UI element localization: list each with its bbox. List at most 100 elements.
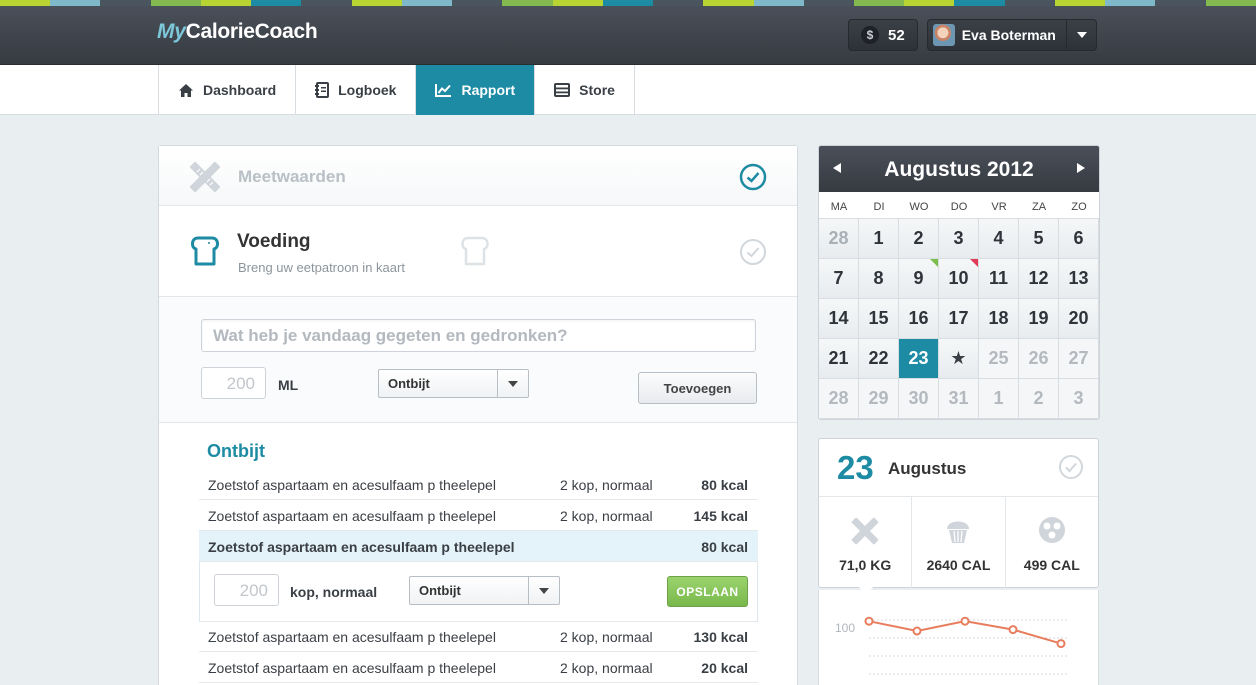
calendar-grid: 28 1 2 3 4 5 6 7 8 9 10 11 12 13 14 15 16 17 18 19 20 21 22 23 ★…: [819, 219, 1099, 419]
calendar-day[interactable]: 11: [979, 259, 1019, 299]
calendar-day[interactable]: 2: [899, 219, 939, 259]
calendar-day[interactable]: 10: [939, 259, 979, 299]
calendar-day[interactable]: 27: [1059, 339, 1099, 379]
food-amount: 2 kop, normaal: [560, 508, 653, 524]
meetwaarden-section[interactable]: Meetwaarden: [159, 146, 797, 206]
stat-burned[interactable]: 499 CAL: [1006, 497, 1098, 588]
food-name: Zoetstof aspartaam en acesulfaam p theel…: [208, 629, 496, 645]
calendar-day[interactable]: 30: [899, 379, 939, 419]
table-row-selected[interactable]: Zoetstof aspartaam en acesulfaam p theel…: [199, 531, 758, 562]
meal-title: Ontbijt: [207, 441, 265, 461]
add-food-section: Wat heb je vandaag gegeten en gedronken?…: [159, 297, 797, 423]
food-kcal: 130 kcal: [693, 629, 749, 645]
logo[interactable]: MyCalorieCoach: [157, 20, 318, 44]
check-circle-icon[interactable]: [1058, 454, 1084, 480]
logo-prefix: My: [157, 20, 186, 43]
calendar-day[interactable]: 21: [819, 339, 859, 379]
tab-store[interactable]: Store: [535, 65, 635, 115]
calendar-day[interactable]: 2: [1019, 379, 1059, 419]
day-stats: 71,0 KG 2640 CAL 499 CAL: [819, 496, 1098, 588]
star-icon[interactable]: ★: [939, 339, 979, 379]
food-kcal: 20 kcal: [701, 660, 748, 676]
edit-row: 200 kop, normaal Ontbijt OPSLAAN: [199, 562, 758, 622]
weekday-header: MA DI WO DO VR ZA ZO: [819, 192, 1099, 219]
tab-dashboard[interactable]: Dashboard: [159, 65, 297, 115]
calendar-day[interactable]: 19: [1019, 299, 1059, 339]
data-point[interactable]: [960, 616, 970, 626]
chevron-down-icon: [497, 370, 528, 397]
calendar-day[interactable]: 29: [859, 379, 899, 419]
tab-store-label: Store: [579, 82, 615, 98]
add-button[interactable]: Toevoegen: [638, 372, 757, 404]
calendar-day[interactable]: 15: [859, 299, 899, 339]
data-point[interactable]: [1008, 625, 1018, 635]
stat-burned-value: 499 CAL: [1023, 557, 1080, 573]
calendar-day[interactable]: 7: [819, 259, 859, 299]
user-dropdown-button[interactable]: [1066, 20, 1096, 50]
scale-pencil-icon: [189, 161, 221, 193]
edit-quantity-input[interactable]: 200: [214, 574, 279, 606]
calendar-day[interactable]: 28: [819, 379, 859, 419]
coins-badge[interactable]: $ 52: [848, 19, 918, 51]
quantity-input[interactable]: 200: [201, 367, 266, 399]
table-row[interactable]: Zoetstof aspartaam en acesulfaam p theel…: [199, 621, 758, 652]
data-point[interactable]: [912, 626, 922, 636]
calendar-day[interactable]: 13: [1059, 259, 1099, 299]
calendar-day[interactable]: 12: [1019, 259, 1059, 299]
table-row[interactable]: Zoetstof aspartaam en acesulfaam p theel…: [199, 652, 758, 683]
voeding-section: Voeding Breng uw eetpatroon in kaart: [159, 206, 797, 297]
day-month: Augustus: [888, 459, 967, 478]
calendar-day[interactable]: 28: [819, 219, 859, 259]
calendar-day[interactable]: 14: [819, 299, 859, 339]
calendar-day[interactable]: 3: [1059, 379, 1099, 419]
main-nav: Dashboard Logboek Rapport Store: [0, 65, 1256, 115]
food-kcal: 145 kcal: [693, 508, 749, 524]
edit-meal-value: Ontbijt: [419, 583, 461, 598]
tab-logboek-label: Logboek: [338, 82, 397, 98]
food-name: Zoetstof aspartaam en acesulfaam p theel…: [208, 539, 515, 555]
table-row[interactable]: Zoetstof aspartaam en acesulfaam p theel…: [199, 500, 758, 531]
calendar-day[interactable]: 18: [979, 299, 1019, 339]
calendar-day[interactable]: 5: [1019, 219, 1059, 259]
calendar-day[interactable]: 25: [979, 339, 1019, 379]
food-search-input[interactable]: Wat heb je vandaag gegeten en gedronken?: [201, 319, 756, 352]
calendar-day[interactable]: 8: [859, 259, 899, 299]
calendar-day-selected[interactable]: 23: [899, 339, 939, 379]
stat-intake[interactable]: 2640 CAL: [912, 497, 1006, 588]
check-circle-icon[interactable]: [739, 163, 767, 191]
muffin-icon: [947, 521, 970, 543]
tab-rapport[interactable]: Rapport: [416, 65, 536, 115]
calendar-day[interactable]: 3: [939, 219, 979, 259]
scale-icon: [851, 517, 879, 545]
calendar-day[interactable]: 1: [979, 379, 1019, 419]
tab-dashboard-label: Dashboard: [203, 82, 277, 98]
calendar-day[interactable]: 20: [1059, 299, 1099, 339]
edit-meal-select[interactable]: Ontbijt: [409, 576, 560, 605]
data-point[interactable]: [864, 616, 874, 626]
calendar-day[interactable]: 6: [1059, 219, 1099, 259]
user-menu[interactable]: Eva Boterman: [927, 19, 1097, 51]
quantity-unit: ML: [278, 377, 299, 393]
chart-icon: [435, 84, 452, 97]
next-month-icon[interactable]: [1077, 163, 1085, 173]
calendar-month: Augustus 2012: [884, 158, 1034, 181]
calendar-day[interactable]: 1: [859, 219, 899, 259]
calendar-day[interactable]: 17: [939, 299, 979, 339]
calendar-day[interactable]: 26: [1019, 339, 1059, 379]
save-button[interactable]: OPSLAAN: [667, 576, 748, 607]
voeding-title: Voeding: [237, 231, 311, 252]
check-circle-icon[interactable]: [739, 238, 767, 266]
meal-select[interactable]: Ontbijt: [378, 369, 529, 398]
calendar-day[interactable]: 22: [859, 339, 899, 379]
calendar-day[interactable]: 4: [979, 219, 1019, 259]
data-point[interactable]: [1056, 639, 1066, 649]
table-row[interactable]: Zoetstof aspartaam en acesulfaam p theel…: [199, 469, 758, 500]
stat-weight[interactable]: 71,0 KG: [819, 497, 913, 588]
tab-logboek[interactable]: Logboek: [296, 65, 417, 115]
avatar: [933, 24, 955, 46]
main-panel: Meetwaarden Voeding Breng uw eetpatroon …: [158, 145, 798, 685]
calendar-day[interactable]: 31: [939, 379, 979, 419]
calendar-day[interactable]: 9: [899, 259, 939, 299]
store-icon: [554, 83, 571, 97]
calendar-day[interactable]: 16: [899, 299, 939, 339]
